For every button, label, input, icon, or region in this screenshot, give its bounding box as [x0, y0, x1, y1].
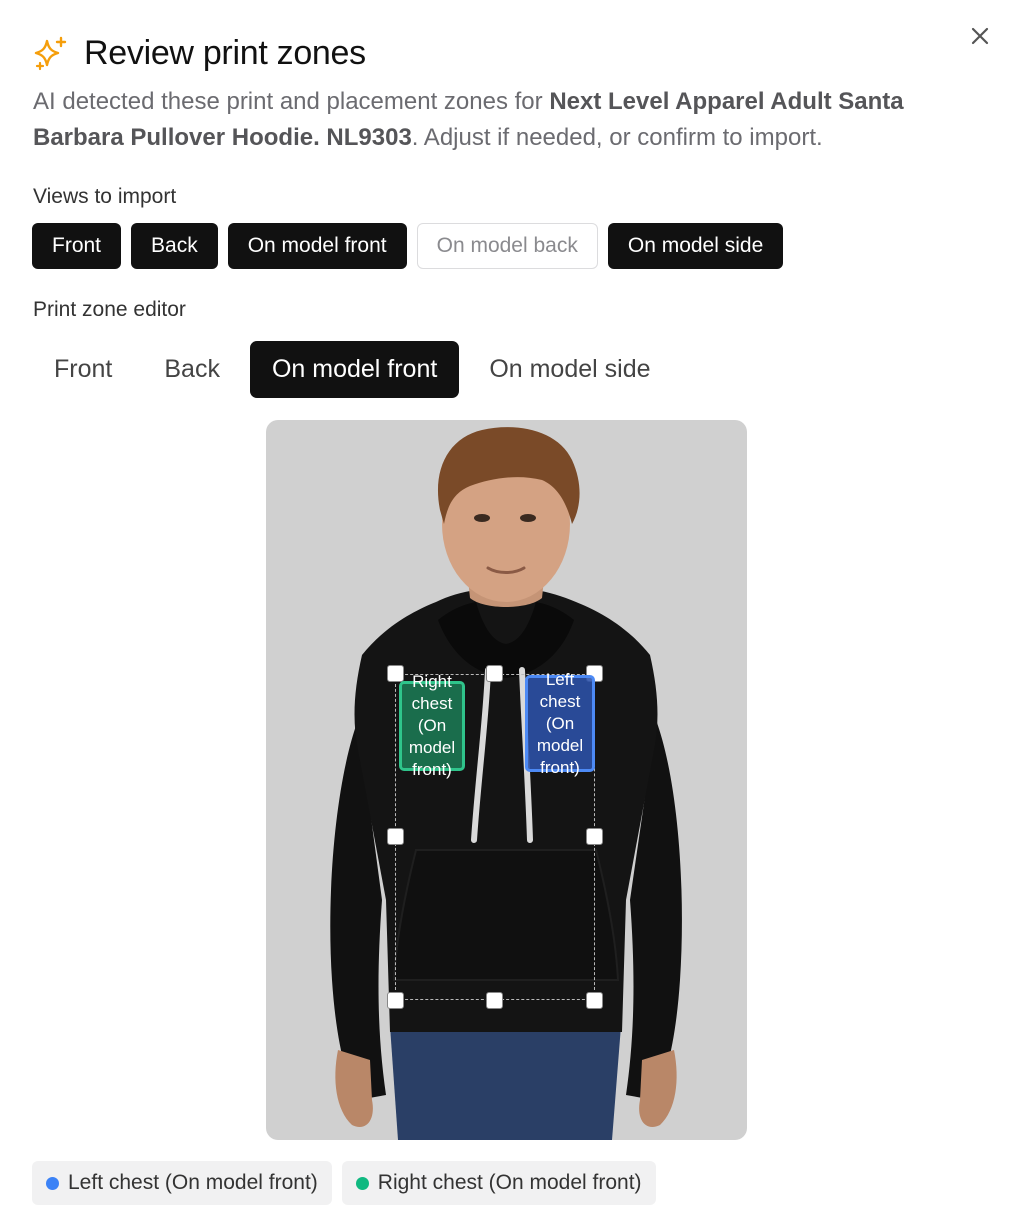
dialog-header: Review print zones [32, 34, 366, 73]
views-chip-group: Front Back On model front On model back … [32, 223, 784, 269]
blue-dot-icon [46, 1176, 59, 1190]
resize-handle[interactable] [387, 828, 404, 845]
zone-label-line: chest [411, 694, 453, 713]
views-to-import-label: Views to import [33, 185, 177, 208]
zone-right-chest[interactable]: Right chest (On model front) [399, 672, 465, 779]
resize-handle[interactable] [387, 665, 404, 682]
description-suffix: . Adjust if needed, or confirm to import… [411, 124, 823, 151]
description-prefix: AI detected these print and placement zo… [33, 88, 550, 115]
zone-label-line: Left [545, 669, 575, 689]
review-print-zones-dialog: Review print zones AI detected these pri… [0, 0, 1016, 1224]
print-zone-editor-label: Print zone editor [33, 298, 186, 321]
sparkle-icon [32, 35, 70, 73]
legend-right-chest[interactable]: Right chest (On model front) [341, 1161, 656, 1205]
resize-handle[interactable] [486, 992, 503, 1009]
zone-label-line: model [536, 735, 584, 755]
dialog-title: Review print zones [84, 34, 366, 72]
resize-handle[interactable] [586, 992, 603, 1009]
legend-left-chest[interactable]: Left chest (On model front) [32, 1161, 332, 1205]
zone-right-chest-label: Right chest (On model front) [409, 671, 455, 781]
close-icon [971, 27, 989, 45]
zone-label-line: Right [412, 672, 452, 691]
dialog-description: AI detected these print and placement zo… [33, 84, 983, 156]
view-chip-back[interactable]: Back [131, 223, 218, 269]
tab-back[interactable]: Back [142, 341, 242, 398]
legend-label: Left chest (On model front) [68, 1171, 318, 1194]
zone-left-chest[interactable]: Left chest (On model front) [525, 670, 595, 777]
green-dot-icon [355, 1176, 369, 1190]
legend-label: Right chest (On model front) [377, 1171, 642, 1194]
editor-tabs: Front Back On model front On model side [32, 341, 673, 398]
tab-on-model-front[interactable]: On model front [249, 341, 460, 398]
view-chip-front[interactable]: Front [32, 223, 122, 269]
tab-on-model-side[interactable]: On model side [467, 341, 672, 398]
zone-label-line: (On [545, 713, 575, 733]
zone-legend: Left chest (On model front) Right chest … [32, 1161, 656, 1205]
zone-label-line: front) [412, 760, 452, 779]
print-zone-canvas[interactable]: Right chest (On model front) Left chest … [266, 420, 747, 1140]
zone-label-line: model [408, 738, 456, 757]
view-chip-on-model-front[interactable]: On model front [227, 223, 407, 269]
zone-label-line: chest [539, 691, 581, 711]
resize-handle[interactable] [486, 665, 503, 682]
view-chip-on-model-side[interactable]: On model side [607, 223, 784, 269]
tab-front[interactable]: Front [32, 341, 134, 398]
resize-handle[interactable] [387, 992, 404, 1009]
view-chip-on-model-back[interactable]: On model back [416, 223, 598, 269]
zone-label-line: front) [540, 757, 580, 777]
close-button[interactable] [966, 22, 994, 50]
resize-handle[interactable] [586, 828, 603, 845]
zone-left-chest-label: Left chest (On model front) [537, 669, 583, 779]
zone-label-line: (On [417, 716, 447, 735]
